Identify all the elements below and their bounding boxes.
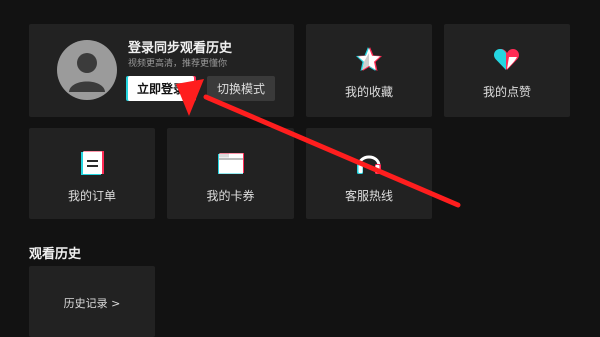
avatar[interactable] — [57, 40, 117, 100]
profile-title: 登录同步观看历史 — [128, 41, 233, 56]
likes-tile[interactable]: 我的点赞 — [444, 24, 570, 117]
likes-label: 我的点赞 — [482, 85, 531, 99]
switch-mode-button[interactable]: 切换模式 — [207, 76, 275, 101]
heart-icon — [493, 48, 520, 70]
orders-tile[interactable]: 我的订单 — [29, 128, 155, 219]
customer-service-label: 客服热线 — [344, 189, 393, 203]
history-record-tile[interactable]: 历史记录 > — [29, 266, 155, 337]
order-doc-icon — [81, 151, 104, 175]
coupons-label: 我的卡券 — [206, 189, 255, 203]
headset-icon — [357, 155, 381, 174]
customer-service-tile[interactable]: 客服热线 — [306, 128, 432, 219]
history-record-link: 历史记录 > — [63, 297, 121, 310]
user-silhouette-icon — [69, 53, 105, 92]
favorites-label: 我的收藏 — [344, 85, 393, 99]
orders-label: 我的订单 — [67, 189, 116, 203]
profile-card: 登录同步观看历史 视频更高清，推荐更懂你 立即登录 切换模式 — [29, 24, 294, 117]
coupon-folder-icon — [217, 153, 244, 174]
history-heading: 观看历史 — [29, 247, 82, 262]
profile-subtitle: 视频更高清，推荐更懂你 — [128, 59, 228, 69]
coupons-tile[interactable]: 我的卡券 — [167, 128, 294, 219]
login-button[interactable]: 立即登录 — [128, 76, 194, 101]
star-icon — [356, 47, 382, 71]
favorites-tile[interactable]: 我的收藏 — [306, 24, 432, 117]
